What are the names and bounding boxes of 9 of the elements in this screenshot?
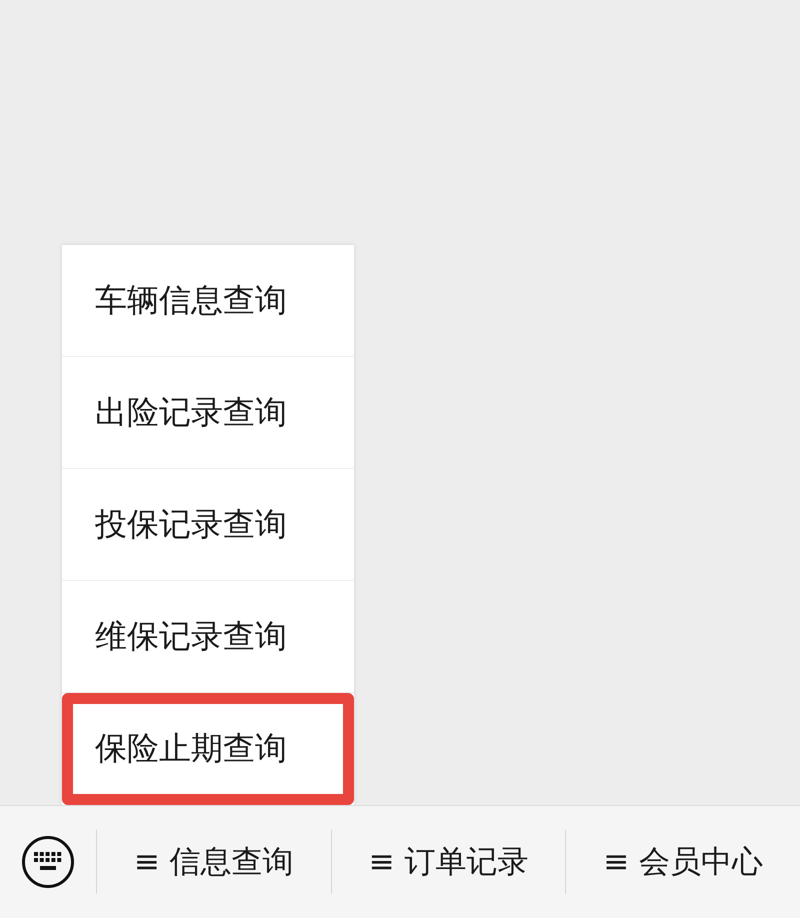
- menu-item[interactable]: 保险止期查询: [62, 693, 354, 805]
- menu-tab[interactable]: ≡ 会员中心: [566, 830, 800, 894]
- menu-tab[interactable]: ≡ 信息查询: [97, 830, 332, 894]
- menu-tab[interactable]: ≡ 订单记录: [332, 830, 566, 894]
- menu-item[interactable]: 维保记录查询: [62, 581, 354, 693]
- keyboard-icon[interactable]: [21, 835, 75, 889]
- menu-item[interactable]: 出险记录查询: [62, 357, 354, 469]
- menu-item[interactable]: 投保记录查询: [62, 469, 354, 581]
- menu-item[interactable]: 车辆信息查询: [62, 245, 354, 357]
